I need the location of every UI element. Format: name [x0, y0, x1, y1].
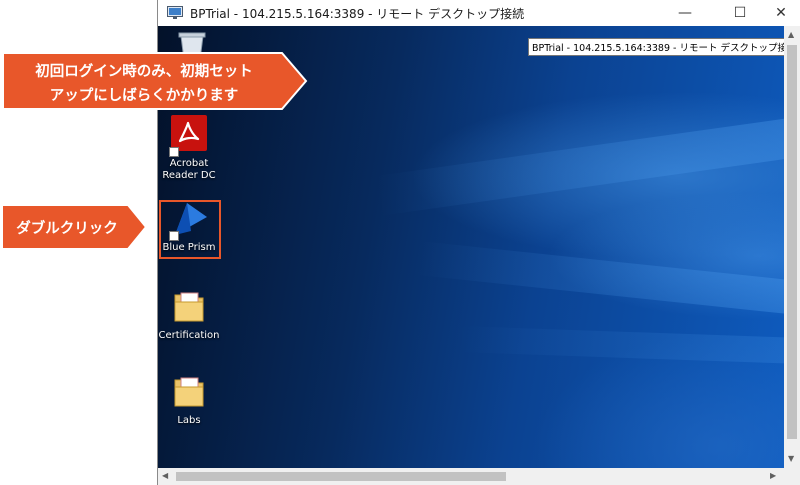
desktop-icon-label: Certification [158, 330, 220, 341]
callout-first-login: 初回ログイン時のみ、初期セット アップにしばらくかかります [6, 60, 282, 105]
horizontal-scroll-thumb[interactable] [176, 472, 506, 481]
callout-line: アップにしばらくかかります [49, 88, 239, 104]
desktop-icon-label: Labs [177, 415, 201, 426]
callout-line: 初回ログイン時のみ、初期セット [35, 64, 253, 80]
folder-icon [174, 377, 204, 407]
maximize-button[interactable]: ☐ [721, 0, 759, 26]
folder-icon [174, 292, 204, 322]
vertical-scroll-thumb[interactable] [787, 45, 797, 439]
scroll-right-icon[interactable]: ▶ [770, 471, 776, 480]
minimize-button[interactable]: — [666, 0, 704, 26]
minimize-icon: — [678, 5, 692, 21]
callout-double-click: ダブルクリック [16, 221, 118, 237]
labs-folder[interactable]: Labs [158, 374, 224, 427]
certification-folder[interactable]: Certification [158, 289, 224, 342]
maximize-icon: ☐ [733, 5, 747, 21]
window-title-tooltip: BPTrial - 104.215.5.164:3389 - リモート デスクト… [528, 38, 785, 56]
close-icon: ✕ [775, 5, 787, 21]
wallpaper-light-beam [375, 117, 785, 216]
wallpaper-light-beam [416, 241, 785, 315]
wallpaper-light-beam [457, 326, 785, 364]
horizontal-scrollbar[interactable]: ◀ ▶ [158, 468, 785, 485]
scroll-down-icon[interactable]: ▼ [788, 454, 794, 463]
vertical-scrollbar[interactable]: ▲ ▼ [784, 26, 800, 468]
close-button[interactable]: ✕ [762, 0, 800, 26]
scroll-up-icon[interactable]: ▲ [788, 30, 794, 39]
scroll-left-icon[interactable]: ◀ [162, 471, 168, 480]
